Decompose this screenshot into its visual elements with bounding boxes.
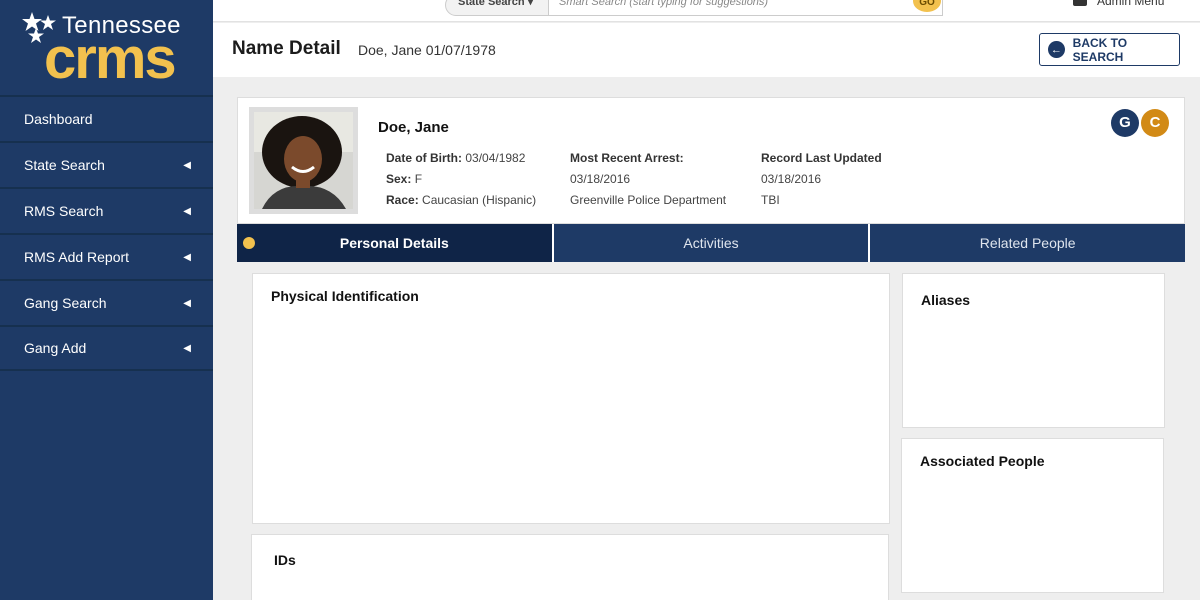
sidebar-item-label: Dashboard [24, 111, 93, 127]
sidebar-item-label: RMS Add Report [24, 249, 130, 265]
caret-left-icon: ◀ [183, 205, 191, 217]
panel-title: Associated People [920, 453, 1045, 469]
sidebar-item-dashboard[interactable]: Dashboard [0, 95, 213, 141]
panel-title: IDs [274, 552, 296, 568]
tab-label: Personal Details [339, 235, 449, 251]
tab-personal-details[interactable]: Personal Details [237, 224, 552, 262]
aliases-panel: Aliases [902, 273, 1165, 428]
admin-menu-button[interactable]: Admin Menu [1097, 0, 1164, 8]
person-photo-image [254, 112, 353, 209]
sidebar-item-gang-search[interactable]: Gang Search ◀ [0, 279, 213, 325]
arrest-label: Most Recent Arrest: [570, 151, 684, 165]
caret-left-icon: ◀ [183, 251, 191, 263]
back-to-search-label: BACK TO SEARCH [1072, 35, 1128, 64]
associated-people-panel: Associated People [901, 438, 1164, 593]
sidebar-item-label: Gang Search [24, 295, 107, 311]
panel-title: Physical Identification [271, 288, 419, 304]
crms-logo[interactable]: Tennessee crms [22, 8, 202, 90]
arrest-date: 03/18/2016 [570, 172, 631, 186]
top-bar: State Search ▾ Smart Search (start typin… [213, 0, 1200, 22]
profile-card: Doe, Jane Date of Birth: 03/04/1982 Sex:… [237, 97, 1185, 224]
arrest-column: Most Recent Arrest: 03/18/2016 Greenvill… [570, 148, 726, 211]
updated-agency: TBI [761, 193, 780, 207]
tab-label: Related People [979, 235, 1076, 251]
race-label: Race: [386, 193, 419, 207]
sidebar-item-label: Gang Add [24, 340, 87, 356]
sidebar-nav: Dashboard State Search ◀ RMS Search ◀ RM… [0, 95, 213, 371]
physical-identification-panel: Physical Identification [252, 273, 890, 524]
active-indicator-icon [243, 237, 255, 249]
page-subtitle: Doe, Jane 01/07/1978 [358, 42, 496, 58]
caret-left-icon: ◀ [183, 342, 191, 354]
updated-label: Record Last Updated [761, 151, 882, 165]
caret-left-icon: ◀ [183, 159, 191, 171]
search-scope-dropdown[interactable]: State Search ▾ [445, 0, 549, 16]
gang-badge[interactable]: G [1111, 109, 1139, 137]
back-to-search-button[interactable]: ← BACK TO SEARCH [1039, 33, 1180, 66]
person-photo[interactable] [254, 112, 353, 209]
detail-tabs: Personal Details Activities Related Peop… [237, 224, 1186, 262]
admin-icon [1073, 0, 1087, 6]
page-title: Name Detail [232, 38, 341, 59]
sidebar: Tennessee crms Dashboard State Search ◀ … [0, 0, 213, 600]
caret-left-icon: ◀ [183, 297, 191, 309]
smart-search-input[interactable]: Smart Search (start typing for suggestio… [549, 0, 943, 16]
sidebar-item-label: RMS Search [24, 203, 104, 219]
sidebar-item-state-search[interactable]: State Search ◀ [0, 141, 213, 187]
sidebar-item-rms-add-report[interactable]: RMS Add Report ◀ [0, 233, 213, 279]
panel-title: Aliases [921, 292, 971, 308]
dob-label: Date of Birth: [386, 151, 462, 165]
tab-related-people[interactable]: Related People [870, 224, 1186, 262]
sidebar-item-gang-add[interactable]: Gang Add ◀ [0, 325, 213, 371]
sex-label: Sex: [386, 172, 412, 186]
page-header: Name Detail Doe, Jane 01/07/1978 ← BACK … [213, 23, 1200, 77]
arrest-agency: Greenville Police Department [570, 193, 727, 207]
dob-value: 03/04/1982 [465, 151, 526, 165]
person-name: Doe, Jane [378, 119, 449, 136]
arrow-left-icon: ← [1048, 41, 1065, 58]
photo-frame [249, 107, 358, 214]
updated-date: 03/18/2016 [761, 172, 822, 186]
ids-panel: IDs [251, 534, 889, 600]
search-scope-label: State Search [458, 0, 525, 8]
sex-value: F [414, 172, 423, 186]
caution-badge[interactable]: C [1141, 109, 1169, 137]
race-value: Caucasian (Hispanic) [422, 193, 537, 207]
updated-column: Record Last Updated 03/18/2016 TBI [761, 148, 882, 211]
logo-crms-text: crms [44, 26, 177, 91]
demographics-column: Date of Birth: 03/04/1982 Sex: F Race: C… [386, 148, 536, 211]
tab-label: Activities [683, 235, 739, 251]
tab-activities[interactable]: Activities [553, 224, 869, 262]
sidebar-item-rms-search[interactable]: RMS Search ◀ [0, 187, 213, 233]
sidebar-item-label: State Search [24, 157, 105, 173]
